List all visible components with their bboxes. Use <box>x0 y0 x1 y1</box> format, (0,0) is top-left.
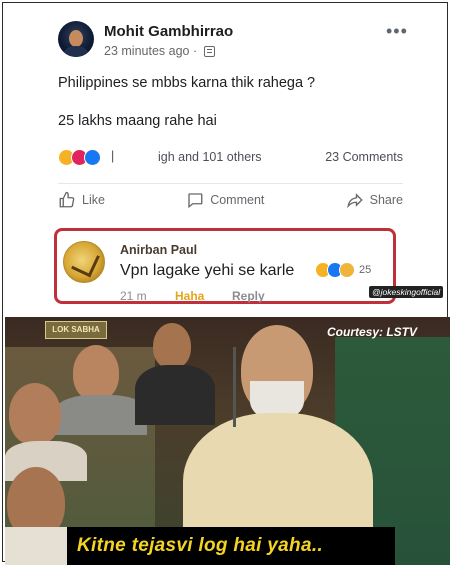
reaction-separator: | <box>111 149 115 163</box>
comment-reply-button[interactable]: Reply <box>232 289 265 303</box>
figure-left-middle <box>9 383 61 445</box>
figure-background-right-shirt <box>135 365 215 425</box>
post-action-bar: Like Comment Share <box>58 183 403 213</box>
comment-bubble-icon <box>188 192 203 208</box>
more-options-icon[interactable]: ••• <box>386 21 408 42</box>
sad-icon <box>339 262 355 278</box>
thumbs-up-icon <box>59 191 75 207</box>
commenter-name[interactable]: Anirban Paul <box>120 243 197 257</box>
channel-logo: LOK SABHA <box>45 321 107 339</box>
post-timestamp[interactable]: 23 minutes ago · <box>104 44 197 58</box>
comment-text: Vpn lagake yehi se karle <box>120 262 295 279</box>
comment-haha-button[interactable]: Haha <box>175 289 204 303</box>
microphone-stand <box>233 347 236 427</box>
highlighted-comment: Anirban Paul Vpn lagake yehi se karle 25… <box>54 228 396 304</box>
subtitle-text: Kitne tejasvi log hai yaha.. <box>77 535 323 556</box>
figure-background-right <box>153 323 191 369</box>
like-label: Like <box>82 192 105 207</box>
like-button[interactable]: Like <box>58 191 105 209</box>
author-avatar[interactable] <box>58 21 94 57</box>
comment-label: Comment <box>210 192 265 207</box>
avatar-body <box>64 46 88 57</box>
avatar-face <box>69 30 83 47</box>
avatar-mark <box>71 247 100 278</box>
reaction-icons[interactable] <box>58 149 101 166</box>
like-icon <box>84 149 101 166</box>
commenter-avatar[interactable] <box>63 241 105 283</box>
share-button[interactable]: Share <box>346 191 403 209</box>
reaction-summary[interactable]: igh and 101 others <box>158 150 262 164</box>
share-arrow-icon <box>346 192 363 208</box>
privacy-icon <box>204 45 216 57</box>
video-still: LOK SABHA Courtesy: LSTV Kitne tejasvi l… <box>5 317 450 565</box>
meme-frame: Mohit Gambhirrao 23 minutes ago · ••• Ph… <box>2 2 450 565</box>
comment-button[interactable]: Comment <box>186 191 264 209</box>
comment-timestamp[interactable]: 21 m <box>120 289 147 303</box>
reactions-row: | igh and 101 others 23 Comments <box>58 149 403 167</box>
comment-reactions[interactable]: 25 <box>315 262 371 278</box>
comment-reaction-count: 25 <box>359 264 372 276</box>
post-meta: 23 minutes ago · <box>104 44 216 58</box>
share-label: Share <box>369 192 403 207</box>
figure-left-top-shirt <box>55 395 147 435</box>
post-text-line-1: Philippines se mbbs karna thik rahega ? <box>58 75 316 91</box>
figure-left-top <box>73 345 119 401</box>
courtesy-label: Courtesy: LSTV <box>327 325 418 339</box>
comments-count[interactable]: 23 Comments <box>325 150 403 164</box>
watermark: @jokeskingofficial <box>369 286 444 298</box>
post-author-name[interactable]: Mohit Gambhirrao <box>104 23 233 40</box>
post-text-line-2: 25 lakhs maang rahe hai <box>58 113 217 129</box>
